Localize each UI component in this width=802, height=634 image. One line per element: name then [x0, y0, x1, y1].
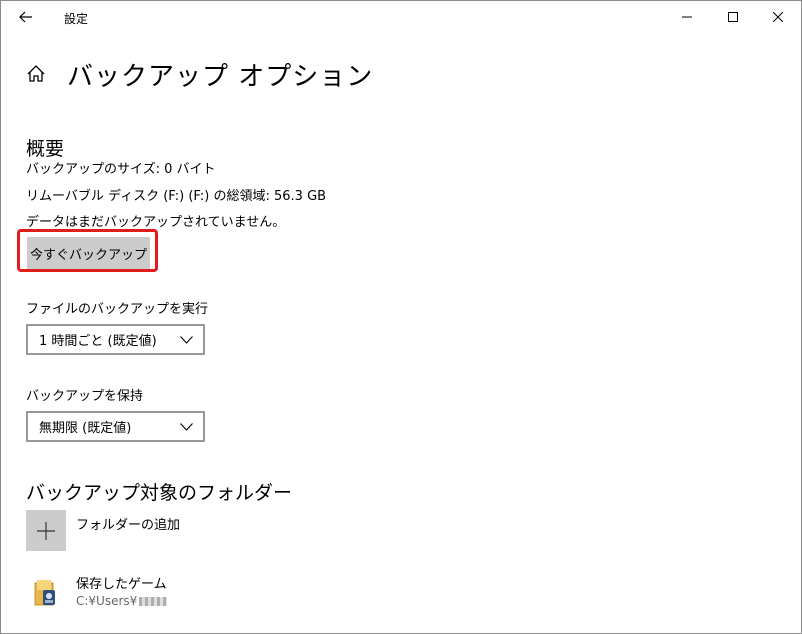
frequency-label: ファイルのバックアップを実行: [26, 302, 209, 317]
folder-list-item[interactable]: 保存したゲーム C:¥Users¥: [26, 569, 326, 613]
chevron-down-icon: [180, 422, 193, 431]
maximize-button[interactable]: [710, 1, 756, 33]
folder-path: C:¥Users¥: [76, 594, 168, 608]
overview-heading: 概要: [26, 138, 65, 160]
chevron-down-icon: [180, 335, 193, 344]
close-icon: [773, 12, 783, 22]
minimize-icon: [682, 16, 692, 18]
saved-games-folder-icon: [34, 580, 55, 606]
add-folder-label[interactable]: フォルダーの追加: [76, 514, 180, 533]
add-folder-button[interactable]: [26, 510, 66, 551]
frequency-dropdown[interactable]: 1 時間ごと (既定値): [26, 324, 205, 355]
home-icon[interactable]: [25, 63, 47, 85]
backup-now-button[interactable]: 今すぐバックアップ: [27, 237, 150, 269]
retention-dropdown[interactable]: 無期限 (既定値): [26, 411, 205, 442]
title-bar: 設定: [1, 1, 801, 33]
folders-heading: バックアップ対象のフォルダー: [26, 482, 293, 504]
settings-window: 設定 バックアップ オプション 概要 バックアップのサイズ: 0 バイト リムー…: [0, 0, 802, 634]
retention-label: バックアップを保持: [26, 389, 144, 404]
page-title: バックアップ オプション: [67, 62, 374, 92]
retention-selected-value: 無期限 (既定値): [39, 421, 132, 436]
redacted-username: [139, 597, 168, 606]
app-title: 設定: [64, 12, 89, 26]
maximize-icon: [728, 12, 738, 22]
frequency-selected-value: 1 時間ごと (既定値): [39, 334, 157, 349]
folder-path-text: C:¥Users¥: [76, 594, 138, 608]
backup-size-text: バックアップのサイズ: 0 バイト: [26, 162, 216, 177]
total-space-text: リムーバブル ディスク (F:) (F:) の総領域: 56.3 GB: [26, 189, 327, 204]
close-button[interactable]: [755, 1, 801, 33]
plus-icon: [37, 521, 55, 540]
back-button[interactable]: [9, 3, 43, 31]
arrow-left-icon: [19, 11, 32, 23]
minimize-button[interactable]: [664, 1, 710, 33]
backup-status-text: データはまだバックアップされていません。: [26, 215, 286, 230]
folder-name: 保存したゲーム: [76, 577, 167, 592]
